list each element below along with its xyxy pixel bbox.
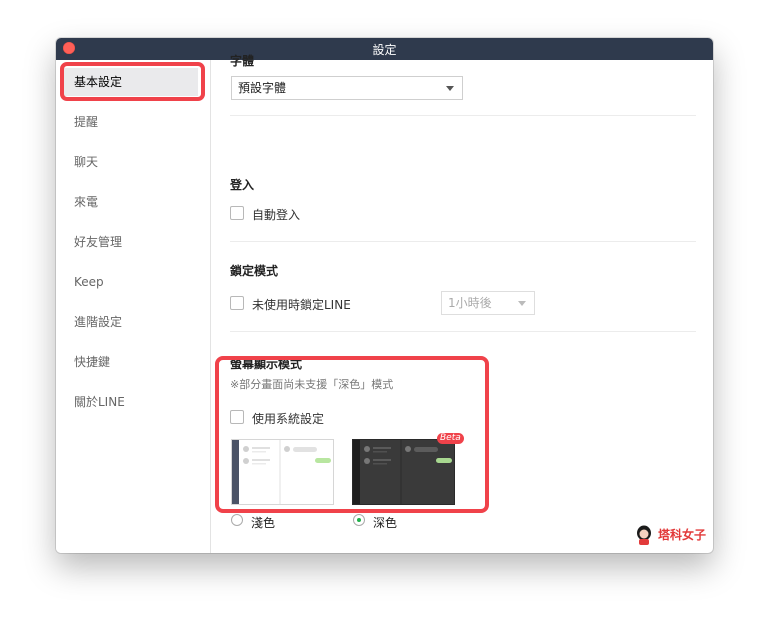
divider [230, 241, 696, 242]
display-note: ※部分畫面尚未支援「深色」模式 [230, 378, 394, 391]
beta-badge: Beta [437, 433, 464, 444]
lock-duration-dropdown[interactable]: 1小時後 [441, 291, 535, 315]
dark-theme-radio[interactable] [353, 514, 365, 526]
lock-label: 未使用時鎖定LINE [252, 298, 351, 312]
sidebar-item-notifications[interactable]: 提醒 [62, 108, 198, 136]
chevron-down-icon [518, 301, 526, 306]
settings-window: 設定 基本設定 提醒 聊天 來電 好友管理 Keep 進階設定 快捷鍵 關於LI… [56, 38, 713, 553]
settings-content: 字體 預設字體 登入 自動登入 鎖定模式 未使用時鎖定LINE 1小時後 螢幕顯… [211, 54, 713, 553]
login-section-title: 登入 [230, 178, 255, 192]
font-dropdown-value: 預設字體 [238, 81, 287, 95]
font-section-title: 字體 [230, 54, 255, 68]
sidebar-item-shortcuts[interactable]: 快捷鍵 [62, 348, 198, 376]
auto-login-label: 自動登入 [252, 208, 301, 222]
dark-theme-preview[interactable] [352, 439, 455, 505]
sidebar-item-calls[interactable]: 來電 [62, 188, 198, 216]
divider [230, 331, 696, 332]
sidebar-item-advanced[interactable]: 進階設定 [62, 308, 198, 336]
settings-sidebar: 基本設定 提醒 聊天 來電 好友管理 Keep 進階設定 快捷鍵 關於LINE [56, 60, 211, 553]
light-theme-radio[interactable] [231, 514, 243, 526]
watermark: 塔科女子 [636, 524, 706, 546]
dark-theme-label: 深色 [373, 516, 398, 530]
light-theme-preview-graphic [232, 440, 331, 504]
lock-section-title: 鎖定模式 [230, 264, 279, 278]
system-setting-label: 使用系統設定 [252, 412, 325, 426]
sidebar-item-chat[interactable]: 聊天 [62, 148, 198, 176]
watermark-avatar-icon [637, 525, 651, 545]
lock-duration-value: 1小時後 [448, 296, 492, 310]
sidebar-item-basic[interactable]: 基本設定 [62, 68, 198, 96]
font-dropdown[interactable]: 預設字體 [231, 76, 463, 100]
chevron-down-icon [446, 86, 454, 91]
light-theme-preview[interactable] [231, 439, 334, 505]
title-bar: 設定 [56, 38, 713, 60]
lock-checkbox[interactable] [230, 296, 244, 310]
watermark-text: 塔科女子 [658, 528, 707, 542]
sidebar-item-about[interactable]: 關於LINE [62, 388, 198, 416]
light-theme-label: 淺色 [251, 516, 276, 530]
auto-login-checkbox[interactable] [230, 206, 244, 220]
sidebar-item-keep[interactable]: Keep [62, 268, 198, 296]
window-title: 設定 [372, 43, 397, 57]
display-section-title: 螢幕顯示模式 [230, 357, 303, 371]
sidebar-item-friends[interactable]: 好友管理 [62, 228, 198, 256]
divider [230, 115, 696, 116]
system-setting-checkbox[interactable] [230, 410, 244, 424]
dark-theme-preview-graphic [353, 440, 452, 504]
